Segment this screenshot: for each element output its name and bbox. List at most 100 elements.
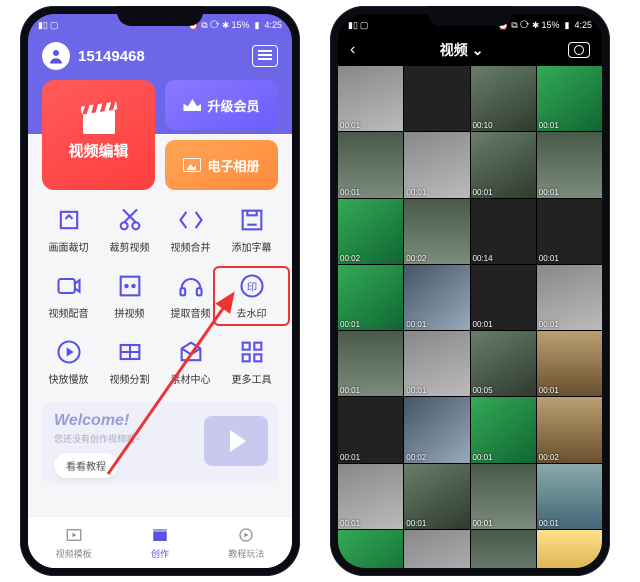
tool-label: 提取音频 — [171, 305, 211, 320]
user-id: 15149468 — [78, 48, 145, 65]
video-thumb[interactable]: 00:02 — [338, 199, 403, 264]
duration-label: 00:10 — [473, 121, 493, 130]
video-thumb[interactable]: 00:01 — [537, 66, 602, 131]
duration-label: 00:01 — [473, 519, 493, 528]
video-thumb[interactable] — [404, 66, 469, 131]
video-thumb[interactable]: 00:02 — [537, 397, 602, 462]
tool-subtitle[interactable]: 添加字幕 — [221, 206, 282, 254]
video-thumb[interactable]: 00:01 — [537, 464, 602, 529]
avatar[interactable] — [42, 42, 70, 70]
duration-label: 00:01 — [473, 453, 493, 462]
card-upgrade[interactable]: 升级会员 — [165, 80, 278, 130]
duration-label: 00:01 — [539, 188, 559, 197]
tool-split[interactable]: 视频分割 — [99, 338, 160, 386]
tool-label: 添加字幕 — [232, 239, 272, 254]
tool-speed[interactable]: 快放慢放 — [38, 338, 99, 386]
tool-collage[interactable]: 拼视频 — [99, 272, 160, 320]
duration-label: 00:01 — [340, 386, 360, 395]
duration-label: 00:01 — [473, 320, 493, 329]
video-thumb[interactable]: 00:02 — [404, 397, 469, 462]
video-thumb[interactable]: 00:01 — [537, 331, 602, 396]
camera-icon[interactable] — [568, 42, 590, 58]
video-thumb[interactable]: 00:01 — [338, 464, 403, 529]
video-thumb[interactable]: 00:01 — [404, 331, 469, 396]
video-thumb[interactable]: 00:05 — [471, 331, 536, 396]
tool-label: 拼视频 — [115, 305, 145, 320]
duration-label: 00:01 — [539, 254, 559, 263]
create-icon — [147, 525, 173, 545]
dewm-icon: 印 — [238, 272, 266, 300]
merge-icon — [177, 206, 205, 234]
video-thumb[interactable] — [404, 530, 469, 568]
duration-label: 00:01 — [539, 121, 559, 130]
svg-text:印: 印 — [246, 282, 257, 294]
video-thumb[interactable]: 00:01 — [471, 464, 536, 529]
back-icon[interactable]: ‹ — [350, 41, 355, 59]
tool-merge[interactable]: 视频合并 — [160, 206, 221, 254]
tool-label: 更多工具 — [232, 371, 272, 386]
video-thumb[interactable]: 00:01 — [338, 265, 403, 330]
duration-label: 00:01 — [340, 188, 360, 197]
duration-label: 00:02 — [539, 453, 559, 462]
video-thumb[interactable]: 00:01 — [404, 265, 469, 330]
tool-label: 去水印 — [237, 305, 267, 320]
tool-more[interactable]: 更多工具 — [221, 338, 282, 386]
video-thumb[interactable] — [537, 530, 602, 568]
split-icon — [116, 338, 144, 366]
video-thumb[interactable]: 00:01 — [537, 265, 602, 330]
video-thumb[interactable]: 00:01 — [471, 397, 536, 462]
messages-icon[interactable] — [252, 45, 278, 67]
video-thumb[interactable]: 00:01 — [471, 132, 536, 197]
video-thumb[interactable] — [338, 530, 403, 568]
card-album[interactable]: 电子相册 — [165, 140, 278, 190]
video-thumb[interactable]: 00:01 — [338, 331, 403, 396]
tool-crop[interactable]: 画面裁切 — [38, 206, 99, 254]
welcome-card: Welcome! 您还没有创作视频哦~ 看看教程 — [42, 402, 278, 484]
duration-label: 00:05 — [473, 386, 493, 395]
tool-dewm[interactable]: 印去水印 — [221, 272, 282, 320]
tool-dub[interactable]: 视频配音 — [38, 272, 99, 320]
picker-title[interactable]: 视频⌄ — [440, 40, 484, 60]
duration-label: 00:14 — [473, 254, 493, 263]
video-thumb[interactable]: 00:01 — [537, 132, 602, 197]
tpl-icon — [61, 525, 87, 545]
crown-icon — [183, 99, 201, 111]
gallery-icon — [183, 158, 201, 172]
duration-label: 00:01 — [406, 188, 426, 197]
tool-label: 画面裁切 — [49, 239, 89, 254]
video-thumb[interactable]: 00:01 — [537, 199, 602, 264]
dub-icon — [55, 272, 83, 300]
video-thumb[interactable]: 00:01 — [338, 132, 403, 197]
tutorial-icon — [233, 525, 259, 545]
tool-extract[interactable]: 提取音频 — [160, 272, 221, 320]
nav-create[interactable]: 创作 — [147, 525, 173, 560]
crop-icon — [55, 206, 83, 234]
video-thumb[interactable]: 00:02 — [404, 199, 469, 264]
tool-label: 裁剪视频 — [110, 239, 150, 254]
more-icon — [238, 338, 266, 366]
duration-label: 00:01 — [539, 386, 559, 395]
video-thumb[interactable]: 00:01 — [404, 464, 469, 529]
video-thumb[interactable]: 00:01 — [338, 66, 403, 131]
tool-label: 视频合并 — [171, 239, 211, 254]
tool-assets[interactable]: 素材中心 — [160, 338, 221, 386]
video-thumb[interactable] — [471, 530, 536, 568]
video-thumb[interactable]: 00:01 — [404, 132, 469, 197]
play-icon[interactable] — [204, 416, 268, 466]
video-thumb[interactable]: 00:14 — [471, 199, 536, 264]
video-thumb[interactable]: 00:01 — [338, 397, 403, 462]
duration-label: 00:01 — [340, 320, 360, 329]
duration-label: 00:02 — [406, 254, 426, 263]
tool-trim[interactable]: 裁剪视频 — [99, 206, 160, 254]
tutorial-button[interactable]: 看看教程 — [54, 453, 118, 478]
card-video-edit[interactable]: 视频编辑 — [42, 80, 155, 190]
duration-label: 00:01 — [539, 519, 559, 528]
nav-tpl[interactable]: 视频模板 — [56, 525, 92, 560]
duration-label: 00:01 — [473, 188, 493, 197]
speed-icon — [55, 338, 83, 366]
video-thumb[interactable]: 00:01 — [471, 265, 536, 330]
duration-label: 00:02 — [406, 453, 426, 462]
nav-tutorial[interactable]: 教程玩法 — [228, 525, 264, 560]
video-thumb[interactable]: 00:10 — [471, 66, 536, 131]
status-bar: ▮▯▢ ⏰ ⧉ ⟳ ✱ 15%▮4:25 — [338, 14, 602, 36]
